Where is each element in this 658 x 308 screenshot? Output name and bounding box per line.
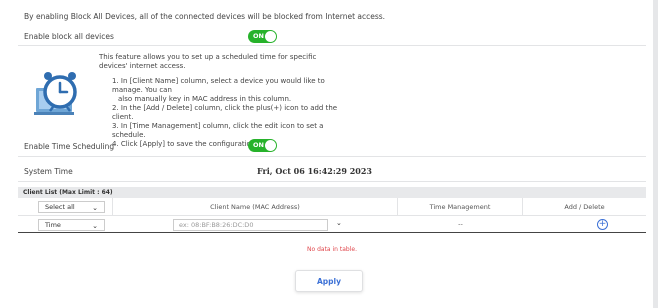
mac-address-input[interactable]: ex: 08:BF:B8:26:DC:D0: [173, 219, 328, 231]
block-all-notice: By enabling Block All Devices, all of th…: [24, 12, 386, 21]
scrollbar[interactable]: [653, 0, 658, 308]
client-list-title: Client List (Max Limit : 64): [18, 187, 646, 198]
divider: [18, 181, 646, 182]
instructions-list: 1. In [Client Name] column, select a dev…: [109, 77, 355, 149]
table-header-row: Select all ⌄ Client Name (MAC Address) T…: [18, 198, 646, 216]
toggle-knob: [265, 31, 276, 42]
system-time-label: System Time: [24, 167, 73, 176]
instruction-step: 3. In [Time Management] column, click th…: [112, 122, 324, 139]
apply-button[interactable]: Apply: [295, 270, 363, 292]
table-row: Time ⌄ ex: 08:BF:B8:26:DC:D0 ⌄ -- +: [18, 216, 646, 233]
column-header: Client Name (MAC Address): [113, 198, 398, 215]
column-header: Time Management: [398, 198, 523, 215]
select-value: Time: [45, 221, 61, 229]
client-filter-select[interactable]: Select all ⌄: [38, 201, 105, 213]
chevron-down-icon: ⌄: [92, 204, 98, 212]
toggle-state-text: ON: [253, 32, 264, 40]
chevron-down-icon[interactable]: ⌄: [336, 219, 342, 227]
instruction-step: also manually key in MAC address in this…: [118, 95, 292, 103]
empty-table-message: No data in table.: [307, 246, 357, 253]
toggle-state-text: ON: [253, 141, 264, 149]
alarm-clock-laptop-icon: [34, 66, 89, 121]
block-all-toggle[interactable]: ON: [248, 30, 277, 43]
feature-intro: This feature allows you to set up a sche…: [99, 53, 317, 70]
time-management-value: --: [458, 220, 463, 228]
chevron-down-icon: ⌄: [92, 222, 98, 230]
instruction-step: 2. In the [Add / Delete] column, click t…: [112, 104, 338, 121]
system-time-value: Fri, Oct 06 16:42:29 2023: [257, 166, 372, 176]
time-scheduling-label: Enable Time Scheduling: [24, 142, 115, 151]
toggle-knob: [265, 140, 276, 151]
block-all-label: Enable block all devices: [24, 32, 114, 41]
divider: [18, 156, 646, 157]
divider: [18, 45, 646, 46]
parental-controls-panel: By enabling Block All Devices, all of th…: [0, 0, 653, 308]
client-list-table: Client List (Max Limit : 64) Select all …: [18, 187, 646, 253]
add-client-plus-icon[interactable]: +: [597, 219, 608, 230]
client-type-select[interactable]: Time ⌄: [38, 219, 105, 231]
instruction-step: 1. In [Client Name] column, select a dev…: [112, 77, 325, 94]
select-value: Select all: [45, 203, 75, 211]
instruction-step: 4. Click [Apply] to save the configurati…: [112, 140, 262, 148]
time-scheduling-toggle[interactable]: ON: [248, 139, 277, 152]
column-header: Add / Delete: [564, 202, 605, 211]
filter-cell: Select all ⌄: [18, 198, 113, 215]
